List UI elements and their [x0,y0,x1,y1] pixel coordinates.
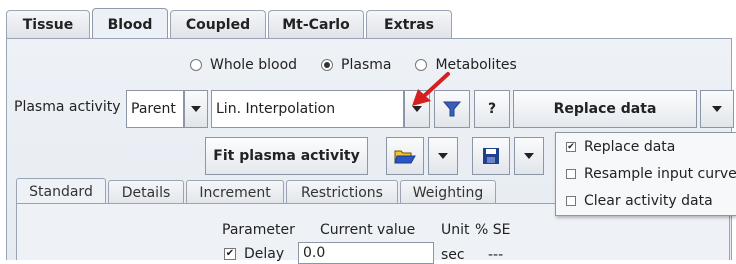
checkbox-unchecked-icon [566,169,576,179]
tab-coupled[interactable]: Coupled [170,10,266,38]
replace-data-menu: ✔ Replace data Resample input curve Clea… [555,132,736,216]
col-header-parameter: Parameter [222,222,295,238]
fit-plasma-activity-button[interactable]: Fit plasma activity [205,137,368,175]
replace-data-dropdown-button[interactable] [700,90,734,128]
subtab-label: Restrictions [301,184,383,201]
tab-mt-carlo[interactable]: Mt-Carlo [268,10,364,38]
subtab-label: Standard [29,183,93,200]
delay-value: 0.0 [303,245,326,261]
menu-item-label: Resample input curve [584,166,736,182]
tab-tissue[interactable]: Tissue [6,10,90,38]
filter-icon [442,101,462,117]
replace-data-label: Replace data [553,101,657,117]
checkbox-checked-icon: ✔ [566,142,576,152]
delay-se: --- [488,247,504,263]
chevron-down-icon [712,106,722,112]
tab-label: Coupled [185,16,251,33]
subtab-label: Details [121,184,171,201]
menu-item-label: Clear activity data [584,193,713,209]
radio-plasma[interactable]: Plasma [321,57,391,73]
plasma-model-value: Lin. Interpolation [216,101,336,117]
col-header-se: % SE [475,222,511,238]
menu-item-clear-activity-data[interactable]: Clear activity data [566,193,713,209]
tab-label: Blood [107,16,153,33]
delay-value-input[interactable]: 0.0 [298,242,434,264]
replace-data-button[interactable]: Replace data [513,90,697,128]
radio-selected-icon [321,59,334,71]
help-button[interactable]: ? [474,90,510,128]
menu-item-resample-input-curve[interactable]: Resample input curve [566,166,736,182]
col-header-current-value: Current value [320,222,416,238]
main-tab-strip: Tissue Blood Coupled Mt-Carlo Extras [6,6,730,40]
open-file-button[interactable] [386,137,424,175]
chevron-down-icon [438,153,448,159]
open-file-dropdown-button[interactable] [428,137,458,175]
delay-checkbox[interactable]: ✔ [224,248,236,260]
help-label: ? [487,101,497,117]
chevron-down-icon [191,106,201,112]
subtab-restrictions[interactable]: Restrictions [286,180,398,204]
tab-label: Tissue [22,16,74,33]
radio-label: Plasma [341,57,392,73]
plasma-source-select[interactable]: Parent [126,90,184,128]
tab-blood[interactable]: Blood [92,8,168,40]
plasma-source-dropdown-button[interactable] [184,90,208,128]
checkbox-unchecked-icon [566,196,576,206]
subtab-details[interactable]: Details [108,180,184,204]
radio-label: Whole blood [210,57,298,73]
folder-open-icon [394,150,416,164]
subtab-label: Weighting [412,184,484,201]
subtab-weighting[interactable]: Weighting [400,180,496,204]
plasma-source-value: Parent [131,101,176,117]
tab-label: Mt-Carlo [282,16,350,33]
tab-label: Extras [384,16,434,33]
menu-item-label: Replace data [584,139,676,155]
subtab-increment[interactable]: Increment [186,180,284,204]
plasma-activity-label: Plasma activity [14,99,121,115]
fit-button-label: Fit plasma activity [213,148,360,164]
save-file-dropdown-button[interactable] [514,137,544,175]
filter-button[interactable] [434,90,470,128]
delay-unit: sec [441,247,465,263]
menu-item-replace-data[interactable]: ✔ Replace data [566,139,675,155]
save-file-button[interactable] [472,137,510,175]
col-header-unit: Unit [441,222,470,238]
tab-extras[interactable]: Extras [366,10,452,38]
radio-unselected-icon [190,59,202,71]
save-icon [483,148,499,164]
subtab-standard[interactable]: Standard [16,178,106,204]
chevron-down-icon [524,153,534,159]
blood-type-radio-group: Whole blood Plasma Metabolites [190,54,541,76]
plasma-model-select[interactable]: Lin. Interpolation [211,90,404,128]
subtab-label: Increment [199,184,271,201]
radio-whole-blood[interactable]: Whole blood [190,57,297,73]
